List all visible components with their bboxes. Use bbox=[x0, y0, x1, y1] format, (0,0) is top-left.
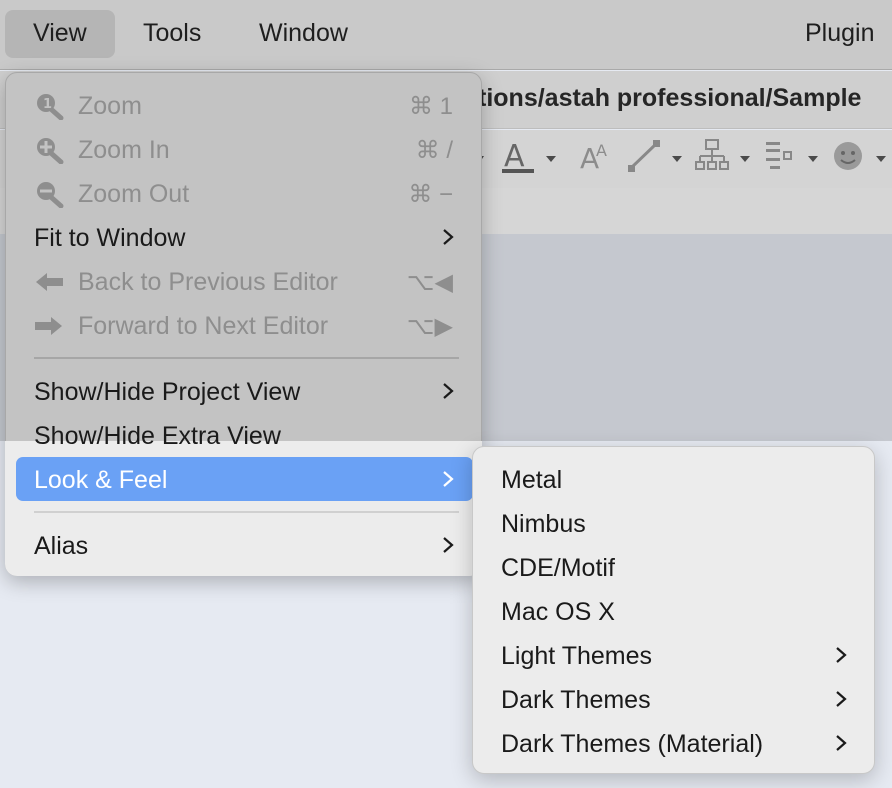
menu-item-label: CDE/Motif bbox=[501, 554, 615, 582]
shortcut-label: ⌥◀ bbox=[406, 269, 453, 296]
submenu-item-metal[interactable]: Metal bbox=[481, 457, 868, 501]
menu-item-label: Back to Previous Editor bbox=[78, 268, 338, 296]
submenu-item-dark-themes[interactable]: Dark Themes bbox=[481, 677, 868, 721]
menu-view[interactable]: View bbox=[5, 10, 115, 58]
zoom-in-icon bbox=[37, 138, 64, 164]
menu-item-label: Light Themes bbox=[501, 642, 653, 670]
menu-item-label: Show/Hide Extra View bbox=[34, 422, 281, 450]
screen: View Tools Window Plugin tions/astah pro… bbox=[0, 0, 892, 788]
chevron-right-icon bbox=[836, 735, 847, 751]
arrow-right-icon bbox=[35, 317, 62, 335]
menu-item-label: Alias bbox=[34, 532, 89, 560]
menu-item-label: Dark Themes (Material) bbox=[501, 730, 764, 758]
svg-text:A: A bbox=[504, 139, 525, 174]
view-menu: 1 Zoom ⌘ 1 Zoom In ⌘ / Zoom Out ⌘ − Fit … bbox=[5, 72, 482, 576]
align-icon[interactable] bbox=[762, 136, 798, 176]
tree-icon[interactable] bbox=[694, 136, 730, 176]
line-icon[interactable] bbox=[626, 136, 662, 176]
chevron-right-icon bbox=[836, 647, 847, 663]
menu-item-label: Fit to Window bbox=[34, 224, 186, 252]
zoom-icon: 1 bbox=[37, 94, 64, 120]
menu-item-label: Mac OS X bbox=[501, 598, 615, 626]
caret-icon[interactable] bbox=[874, 136, 888, 176]
menu-item-show-hide-project-view[interactable]: Show/Hide Project View bbox=[16, 369, 473, 413]
font-color-icon[interactable]: A bbox=[500, 136, 536, 176]
submenu-item-dark-themes-material[interactable]: Dark Themes (Material) bbox=[481, 721, 868, 765]
chevron-right-icon bbox=[443, 229, 454, 245]
menu-item-label: Nimbus bbox=[501, 510, 586, 538]
shortcut-label: ⌘ − bbox=[408, 181, 453, 208]
shortcut-label: ⌘ / bbox=[415, 137, 453, 164]
chevron-right-icon bbox=[836, 691, 847, 707]
menu-bar: View Tools Window Plugin bbox=[0, 0, 892, 70]
look-and-feel-submenu: Metal Nimbus CDE/Motif Mac OS X Light Th… bbox=[472, 446, 875, 774]
submenu-item-nimbus[interactable]: Nimbus bbox=[481, 501, 868, 545]
chevron-right-icon bbox=[443, 383, 454, 399]
arrow-left-icon bbox=[36, 273, 63, 291]
menu-item-alias[interactable]: Alias bbox=[16, 523, 473, 567]
zoom-out-icon bbox=[37, 182, 64, 208]
menu-item-label: Look & Feel bbox=[34, 466, 168, 494]
window-title: tions/astah professional/Sample bbox=[478, 84, 862, 112]
menu-item-label: Show/Hide Project View bbox=[34, 378, 301, 406]
caret-icon[interactable] bbox=[738, 136, 752, 176]
shortcut-label: ⌥▶ bbox=[406, 313, 453, 340]
menu-item-label: Zoom Out bbox=[78, 180, 190, 208]
shortcut-label: ⌘ 1 bbox=[408, 93, 453, 120]
menu-item-zoom-out[interactable]: Zoom Out ⌘ − bbox=[16, 171, 473, 215]
font-size-icon[interactable]: A A bbox=[578, 136, 614, 176]
menu-item-label: Zoom In bbox=[78, 136, 170, 164]
chevron-right-icon bbox=[443, 537, 454, 553]
menu-item-forward-to-next-editor[interactable]: Forward to Next Editor ⌥▶ bbox=[16, 303, 473, 347]
menu-item-zoom-in[interactable]: Zoom In ⌘ / bbox=[16, 127, 473, 171]
menu-item-fit-to-window[interactable]: Fit to Window bbox=[16, 215, 473, 259]
menu-item-label: Metal bbox=[501, 466, 563, 494]
chevron-right-icon bbox=[443, 471, 454, 487]
menu-tools[interactable]: Tools bbox=[115, 10, 229, 58]
menu-plugin[interactable]: Plugin bbox=[777, 10, 892, 58]
menu-item-show-hide-extra-view[interactable]: Show/Hide Extra View bbox=[16, 413, 473, 457]
submenu-item-mac-os-x[interactable]: Mac OS X bbox=[481, 589, 868, 633]
face-icon[interactable] bbox=[830, 136, 866, 176]
submenu-item-cde-motif[interactable]: CDE/Motif bbox=[481, 545, 868, 589]
menu-item-zoom[interactable]: 1 Zoom ⌘ 1 bbox=[16, 83, 473, 127]
svg-text:A: A bbox=[596, 141, 607, 160]
menu-item-label: Dark Themes bbox=[501, 686, 651, 714]
menu-separator bbox=[34, 511, 459, 513]
menu-item-back-to-previous-editor[interactable]: Back to Previous Editor ⌥◀ bbox=[16, 259, 473, 303]
submenu-item-light-themes[interactable]: Light Themes bbox=[481, 633, 868, 677]
caret-icon[interactable] bbox=[670, 136, 684, 176]
menu-item-label: Forward to Next Editor bbox=[78, 312, 329, 340]
caret-icon[interactable] bbox=[806, 136, 820, 176]
caret-icon[interactable] bbox=[544, 136, 558, 176]
menu-separator bbox=[34, 357, 459, 359]
menu-item-label: Zoom bbox=[78, 92, 142, 120]
menu-item-look-and-feel[interactable]: Look & Feel bbox=[16, 457, 473, 501]
menu-window[interactable]: Window bbox=[231, 10, 376, 58]
